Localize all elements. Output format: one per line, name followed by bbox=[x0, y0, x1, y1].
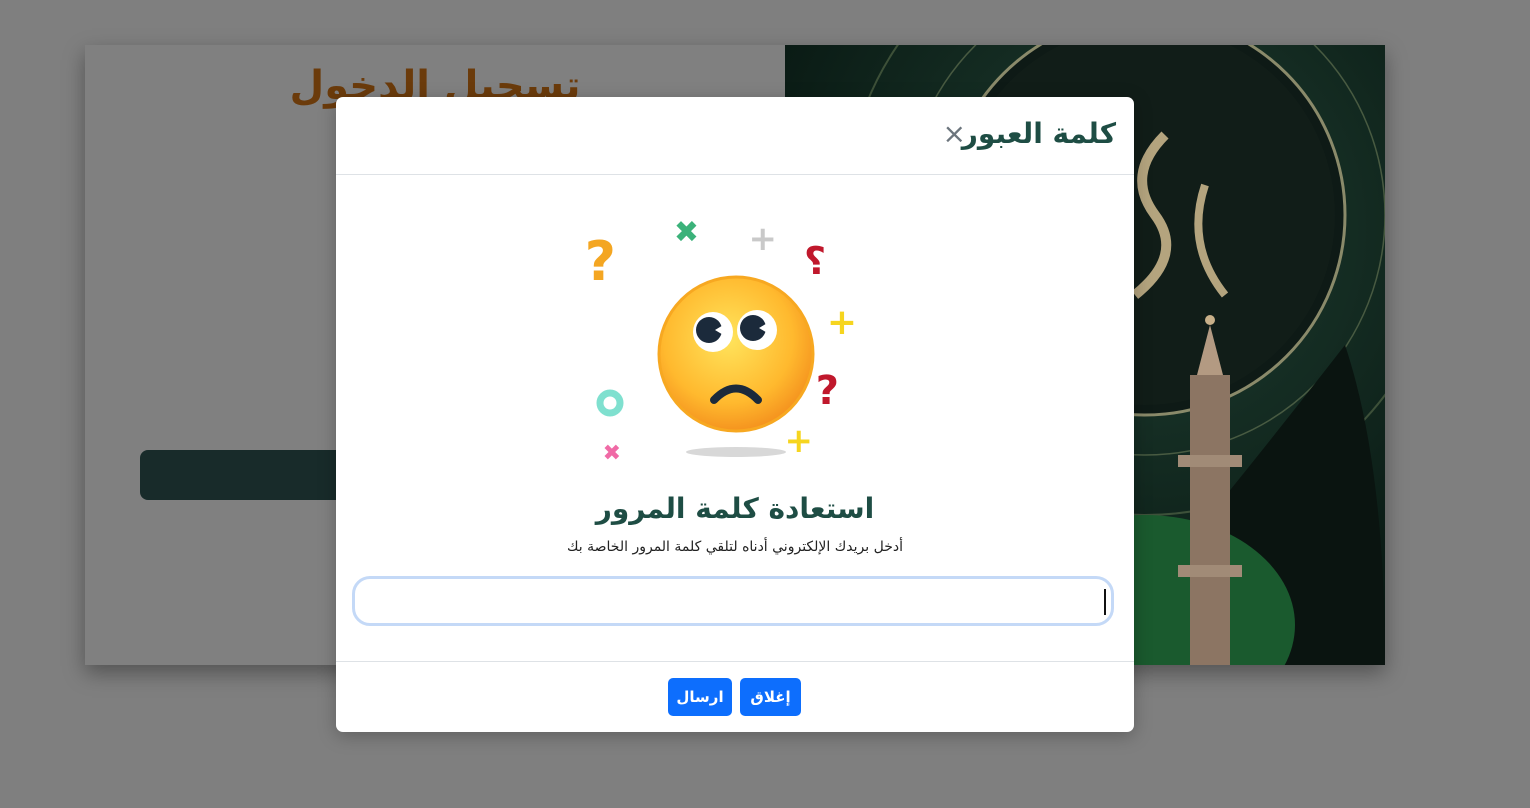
svg-text:✖: ✖ bbox=[674, 215, 699, 250]
svg-text:✖: ✖ bbox=[603, 441, 621, 466]
svg-text:?: ? bbox=[816, 368, 839, 414]
svg-text:+: + bbox=[749, 219, 778, 259]
modal-title: كلمة العبور bbox=[961, 117, 1116, 150]
close-icon[interactable]: × bbox=[943, 120, 966, 148]
svg-text:+: + bbox=[785, 421, 814, 461]
confused-emoji-illustration: ? ؟ ? ✖ ✖ + + + + bbox=[581, 215, 857, 466]
svg-text:؟: ؟ bbox=[804, 239, 826, 283]
recovery-heading: استعادة كلمة المرور bbox=[595, 492, 875, 525]
recovery-subtitle: أدخل بريدك الإلكتروني أدناه لتلقي كلمة ا… bbox=[567, 539, 903, 555]
email-input[interactable] bbox=[352, 576, 1114, 626]
svg-text:+: + bbox=[827, 302, 857, 343]
modal-header: كلمة العبور × bbox=[336, 97, 1134, 175]
close-button[interactable]: إغلاق bbox=[740, 678, 801, 716]
send-button[interactable]: ارسال bbox=[668, 678, 732, 716]
svg-text:+: + bbox=[581, 302, 583, 343]
svg-text:?: ? bbox=[585, 230, 616, 293]
password-recovery-modal: كلمة العبور × ? ؟ ? ✖ ✖ + + + + استع bbox=[336, 97, 1134, 732]
text-caret bbox=[1104, 589, 1106, 615]
modal-footer: إغلاق ارسال bbox=[336, 661, 1134, 733]
